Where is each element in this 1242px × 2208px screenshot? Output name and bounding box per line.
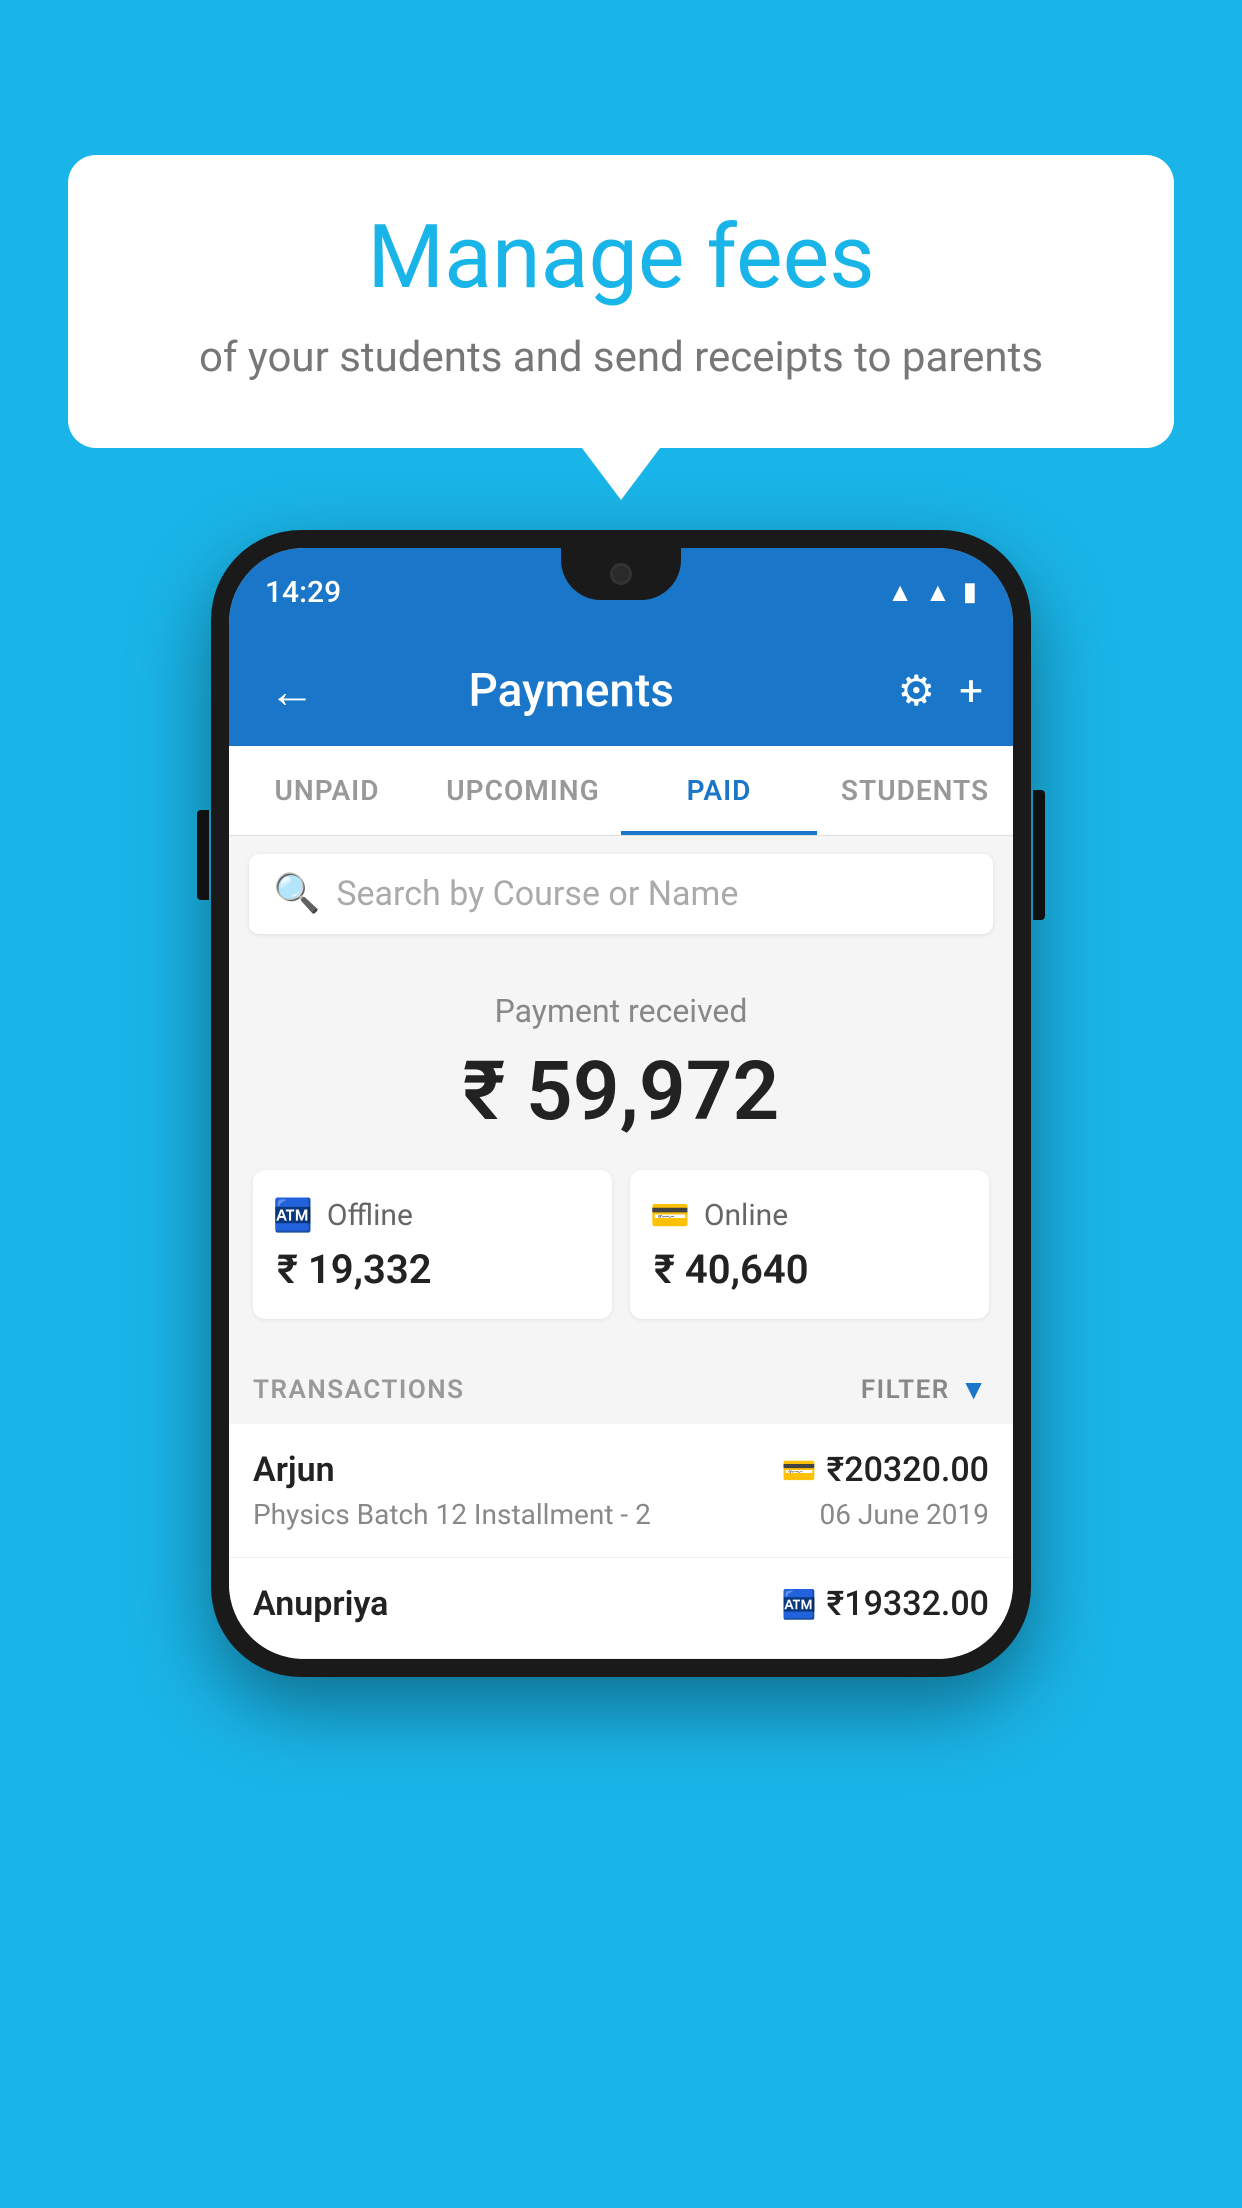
online-amount: ₹ 40,640	[650, 1246, 969, 1293]
online-payment-icon: 💳	[650, 1196, 690, 1234]
online-label: Online	[704, 1198, 788, 1233]
transaction-info: Arjun Physics Batch 12 Installment - 2	[253, 1450, 782, 1531]
transaction-info: Anupriya	[253, 1584, 782, 1632]
payment-cards: 🏧 Offline ₹ 19,332 💳 Online ₹ 40,640	[253, 1170, 989, 1319]
transaction-amount: 🏧 ₹19332.00	[782, 1584, 989, 1624]
transactions-label: TRANSACTIONS	[253, 1375, 465, 1405]
status-icons: ▲ ▲ ▮	[887, 577, 977, 608]
tab-upcoming[interactable]: UPCOMING	[425, 746, 621, 835]
search-placeholder: Search by Course or Name	[336, 874, 738, 914]
app-bar-actions: ⚙ +	[898, 666, 984, 716]
transaction-amount-section: 🏧 ₹19332.00	[782, 1584, 989, 1632]
payment-summary: Payment received ₹ 59,972 🏧 Offline ₹ 19…	[229, 952, 1013, 1349]
tab-paid[interactable]: PAID	[621, 746, 817, 835]
speech-bubble-container: Manage fees of your students and send re…	[68, 155, 1174, 448]
search-container: 🔍 Search by Course or Name	[229, 836, 1013, 952]
online-payment-card: 💳 Online ₹ 40,640	[630, 1170, 989, 1319]
offline-card-header: 🏧 Offline	[273, 1196, 592, 1234]
status-time: 14:29	[265, 575, 341, 610]
offline-payment-card: 🏧 Offline ₹ 19,332	[253, 1170, 612, 1319]
transactions-list: Arjun Physics Batch 12 Installment - 2 💳…	[229, 1424, 1013, 1659]
phone-frame: 14:29 ▲ ▲ ▮ ← Payments ⚙ +	[211, 530, 1031, 1677]
speech-bubble: Manage fees of your students and send re…	[68, 155, 1174, 448]
offline-transaction-icon: 🏧	[782, 1588, 817, 1621]
payment-received-label: Payment received	[249, 992, 993, 1030]
notch	[561, 548, 681, 600]
offline-amount: ₹ 19,332	[273, 1246, 592, 1293]
online-transaction-icon: 💳	[782, 1454, 817, 1487]
app-bar-title: Payments	[265, 664, 878, 718]
phone-device: 14:29 ▲ ▲ ▮ ← Payments ⚙ +	[211, 530, 1031, 1677]
transaction-student-name: Arjun	[253, 1450, 782, 1490]
filter-button[interactable]: FILTER ▼	[861, 1373, 989, 1406]
bubble-title: Manage fees	[128, 210, 1114, 307]
transaction-amount: 💳 ₹20320.00	[782, 1450, 989, 1490]
app-bar: ← Payments ⚙ +	[229, 636, 1013, 746]
tab-unpaid[interactable]: UNPAID	[229, 746, 425, 835]
transaction-course-detail: Physics Batch 12 Installment - 2	[253, 1498, 782, 1531]
search-icon: 🔍	[273, 872, 320, 916]
transactions-header: TRANSACTIONS FILTER ▼	[229, 1349, 1013, 1424]
payment-total-amount: ₹ 59,972	[249, 1044, 993, 1140]
transaction-student-name: Anupriya	[253, 1584, 782, 1624]
status-bar: 14:29 ▲ ▲ ▮	[229, 548, 1013, 636]
front-camera	[610, 563, 632, 585]
filter-icon: ▼	[960, 1373, 989, 1406]
transaction-date: 06 June 2019	[782, 1498, 989, 1531]
tabs-container: UNPAID UPCOMING PAID STUDENTS	[229, 746, 1013, 836]
transaction-amount-section: 💳 ₹20320.00 06 June 2019	[782, 1450, 989, 1531]
offline-payment-icon: 🏧	[273, 1196, 313, 1234]
online-card-header: 💳 Online	[650, 1196, 969, 1234]
phone-screen: 14:29 ▲ ▲ ▮ ← Payments ⚙ +	[229, 548, 1013, 1659]
offline-label: Offline	[327, 1198, 413, 1233]
table-row[interactable]: Arjun Physics Batch 12 Installment - 2 💳…	[229, 1424, 1013, 1558]
bubble-subtitle: of your students and send receipts to pa…	[128, 329, 1114, 388]
table-row[interactable]: Anupriya 🏧 ₹19332.00	[229, 1558, 1013, 1659]
search-bar[interactable]: 🔍 Search by Course or Name	[249, 854, 993, 934]
signal-icon: ▲	[925, 577, 951, 608]
wifi-icon: ▲	[887, 577, 913, 608]
add-icon[interactable]: +	[959, 667, 983, 716]
settings-icon[interactable]: ⚙	[898, 666, 936, 716]
battery-icon: ▮	[963, 577, 977, 607]
tab-students[interactable]: STUDENTS	[817, 746, 1013, 835]
